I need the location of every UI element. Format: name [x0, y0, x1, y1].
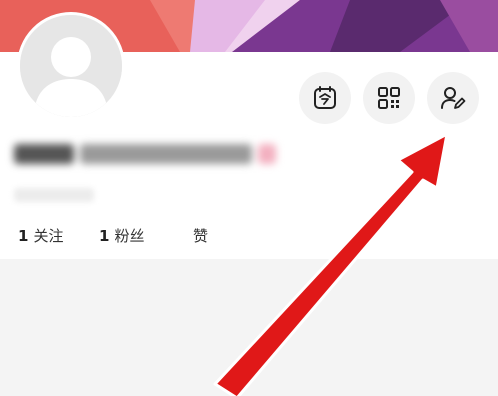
qr-code-icon [378, 87, 400, 109]
user-id-redacted [14, 188, 94, 202]
calendar-today-icon [314, 86, 336, 109]
followers-count: 1 [99, 227, 110, 245]
following-stat[interactable]: 1 关注 [18, 225, 63, 246]
nickname-redacted [14, 142, 276, 166]
followers-label: 粉丝 [114, 227, 145, 245]
avatar[interactable] [17, 12, 125, 120]
profile-card: 1 关注 1 粉丝 赞 [0, 12, 498, 259]
edit-profile-icon [441, 87, 466, 109]
default-avatar-icon [20, 15, 122, 117]
followers-stat[interactable]: 1 粉丝 [99, 225, 144, 246]
qr-code-button[interactable] [363, 72, 415, 124]
following-count: 1 [18, 227, 29, 245]
likes-stat[interactable]: 赞 [193, 225, 208, 246]
edit-profile-button[interactable] [427, 72, 479, 124]
likes-label: 赞 [193, 227, 209, 245]
following-label: 关注 [33, 227, 64, 245]
calendar-today-button[interactable] [299, 72, 351, 124]
